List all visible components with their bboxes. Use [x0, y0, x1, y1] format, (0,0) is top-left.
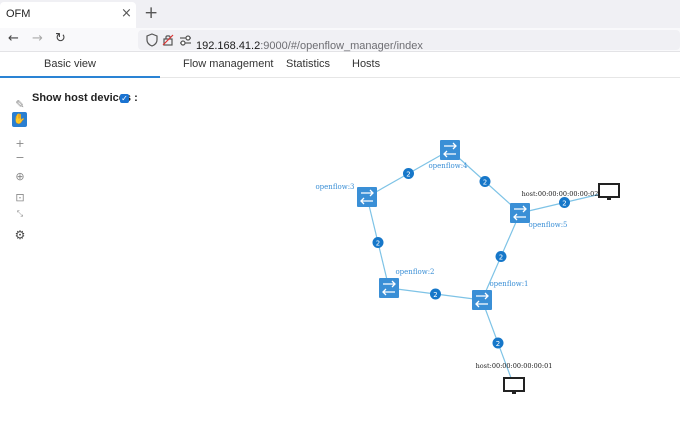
shield-icon[interactable] — [146, 33, 158, 47]
switch-label: openflow:3 — [315, 183, 354, 191]
close-tab-icon[interactable]: × — [121, 6, 132, 21]
reload-icon[interactable]: ↻ — [55, 31, 66, 46]
switch-s4[interactable]: openflow:4 — [428, 140, 468, 170]
tab-statistics[interactable]: Statistics — [286, 58, 330, 70]
link-badge-label: 2 — [433, 291, 437, 299]
host-h1[interactable]: host:00:00:00:00:00:01 — [476, 362, 553, 394]
topology-graph[interactable]: 2222222 openflow:4openflow:3openflow:5op… — [0, 78, 680, 437]
switch-label: openflow:4 — [428, 162, 468, 170]
tab-basic-view[interactable]: Basic view — [44, 58, 96, 70]
monitor-icon[interactable] — [503, 377, 525, 392]
link-badge-label: 2 — [562, 200, 566, 208]
monitor-stand — [607, 197, 611, 200]
switch-s5[interactable]: openflow:5 — [510, 203, 568, 229]
app-nav-bar: Basic view Flow management Statistics Ho… — [0, 52, 680, 78]
tab-hosts[interactable]: Hosts — [352, 58, 380, 70]
browser-tab[interactable]: OFM × — [0, 2, 136, 28]
back-arrow-icon[interactable]: ← — [8, 31, 19, 46]
host-label: host:00:00:00:00:00:01 — [476, 362, 553, 370]
switch-label: openflow:2 — [395, 268, 434, 276]
monitor-stand — [512, 391, 516, 394]
switch-icon[interactable] — [472, 290, 492, 310]
switch-icon[interactable] — [510, 203, 530, 223]
topology-nodes: openflow:4 openflow:3 openflow:5 openflow:2… — [315, 140, 620, 394]
link-badge-label: 2 — [376, 240, 380, 248]
url-host: 192.168.41.2 — [196, 40, 261, 52]
host-h2[interactable]: host:00:00:00:00:00:02 — [522, 183, 620, 200]
switch-s3[interactable]: openflow:3 — [315, 183, 377, 207]
link-badge-label: 2 — [406, 171, 410, 179]
tab-title: OFM — [6, 8, 31, 20]
switch-s2[interactable]: openflow:2 — [379, 268, 435, 298]
switch-icon[interactable] — [379, 278, 399, 298]
browser-tab-bar: OFM × + — [0, 0, 680, 28]
forward-arrow-icon[interactable]: → — [32, 31, 43, 46]
host-label: host:00:00:00:00:00:02 — [522, 190, 599, 198]
new-tab-icon[interactable]: + — [144, 3, 158, 23]
link-badge-label: 2 — [496, 340, 500, 348]
url-text[interactable]: 192.168.41.2:9000/#/openflow_manager/ind… — [196, 34, 423, 53]
permissions-icon[interactable] — [179, 34, 193, 46]
url-path: :9000/#/openflow_manager/index — [260, 40, 423, 52]
switch-label: openflow:1 — [489, 280, 528, 288]
tab-flow-management[interactable]: Flow management — [183, 58, 274, 70]
link-badge-label: 2 — [483, 179, 487, 187]
insecure-lock-icon[interactable] — [162, 33, 174, 47]
switch-s1[interactable]: openflow:1 — [472, 280, 529, 310]
switch-label: openflow:5 — [528, 221, 567, 229]
monitor-icon[interactable] — [598, 183, 620, 198]
switch-icon[interactable] — [357, 187, 377, 207]
switch-icon[interactable] — [440, 140, 460, 160]
link-badge-label: 2 — [499, 254, 503, 262]
